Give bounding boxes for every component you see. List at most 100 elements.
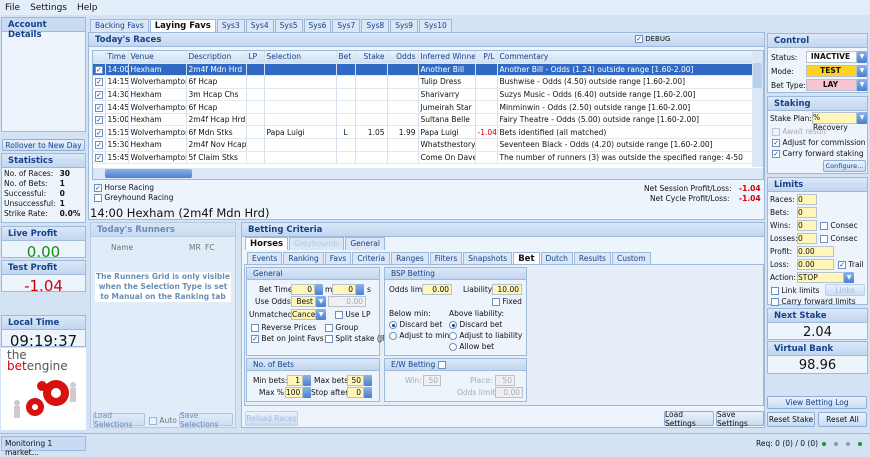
adjust-to-min-radio[interactable]: Adjust to min (389, 331, 449, 340)
max-bets-input[interactable]: 50 (347, 375, 364, 386)
use-odds-select[interactable]: Best (291, 296, 316, 307)
horizontal-scrollbar[interactable] (93, 168, 763, 179)
race-row[interactable]: ✓ 15:15 Wolverhampton 6f Mdn Stks Papa Luigi… (93, 125, 754, 140)
menu-file[interactable]: File (5, 3, 20, 13)
tab-laying-favs[interactable]: Laying Favs (149, 19, 216, 32)
liability-input[interactable]: 10.00 (492, 284, 522, 295)
max-pct-input[interactable]: 100 (285, 387, 303, 398)
rollover-button[interactable]: Rollover to New Day (2, 139, 85, 151)
chevron-down-icon[interactable]: ▼ (316, 309, 326, 320)
action-select[interactable]: STOP (797, 272, 844, 283)
greyhound-racing-checkbox[interactable]: Greyhound Racing (94, 193, 174, 202)
profit-limit-input[interactable]: 0.00 (797, 246, 834, 257)
column-header[interactable]: LP (246, 51, 265, 64)
bet-time-minutes[interactable]: 0 (291, 284, 315, 295)
spinner-icon[interactable] (315, 284, 323, 295)
tab-sys6[interactable]: Sys6 (303, 19, 332, 32)
row-checkbox[interactable]: ✓ (93, 75, 106, 89)
link-limits-checkbox[interactable]: Link limits (771, 286, 820, 295)
fixed-checkbox[interactable]: Fixed (492, 297, 522, 306)
race-row[interactable]: ✓ 14:45 Wolverhampton 6f Hcap Jumeirah Star M… (93, 100, 754, 114)
trail-checkbox[interactable]: ✓ Trail (838, 260, 864, 269)
bet-type-select[interactable]: LAY (806, 79, 857, 91)
spinner-icon[interactable] (356, 284, 364, 295)
loss-limit-input[interactable]: 0.00 (797, 259, 834, 270)
tab-greyhounds[interactable]: Greyhounds (289, 237, 345, 250)
races-limit-input[interactable]: 0 (797, 194, 817, 205)
race-row[interactable]: ✓ 14:00 Hexham 2m4f Mdn Hrd Another Bill Anot… (93, 63, 754, 77)
row-checkbox[interactable]: ✓ (93, 63, 106, 77)
view-betting-log-button[interactable]: View Betting Log (767, 396, 867, 409)
column-header[interactable]: Commentary (497, 51, 754, 64)
chevron-down-icon[interactable]: ▼ (316, 296, 326, 307)
tab-sys7[interactable]: Sys7 (332, 19, 361, 32)
min-bets-input[interactable]: 1 (287, 375, 303, 386)
column-header[interactable]: Bet (336, 51, 356, 64)
chevron-down-icon[interactable]: ▼ (857, 79, 867, 91)
race-row[interactable]: ✓ 14:15 Wolverhampton 6f Hcap Tulip Dress Bus… (93, 75, 754, 89)
mode-select[interactable]: TEST (806, 65, 857, 77)
column-header[interactable]: Inferred Winner (418, 51, 476, 64)
carry-forward-limits-checkbox[interactable]: Carry forward limits (771, 297, 856, 306)
column-header[interactable]: Stake (355, 51, 388, 64)
auto-checkbox[interactable]: Auto (149, 416, 177, 425)
tab-sys5[interactable]: Sys5 (274, 19, 303, 32)
use-lp-checkbox[interactable]: Use LP (335, 310, 371, 319)
reload-races-button[interactable]: Reload Races (245, 411, 298, 426)
column-header[interactable]: P/L (475, 51, 498, 64)
race-row[interactable]: ✓ 15:00 Hexham 2m4f Hcap Hrd Sultana Belle Fa… (93, 113, 754, 127)
tab-general[interactable]: General (345, 237, 385, 250)
race-row[interactable]: ✓ 15:45 Wolverhampton 5f Claim Stks Come On … (93, 151, 754, 165)
menu-help[interactable]: Help (77, 3, 98, 13)
carry-forward-staking-checkbox[interactable]: ✓ Carry forward staking (772, 149, 864, 158)
spinner-icon[interactable] (303, 375, 311, 386)
tab-sys3[interactable]: Sys3 (216, 19, 245, 32)
chevron-down-icon[interactable]: ▼ (844, 272, 854, 283)
status-select[interactable]: INACTIVE (806, 51, 857, 63)
tab-sys10[interactable]: Sys10 (419, 19, 452, 32)
stake-plan-select[interactable]: % Recovery (812, 112, 857, 132)
losses-consec-checkbox[interactable]: Consec (820, 234, 858, 243)
discard-bet-liability-radio[interactable]: Discard bet (449, 320, 502, 329)
bets-limit-input[interactable]: 0 (797, 207, 817, 218)
discard-bet-radio[interactable]: Discard bet (389, 320, 442, 329)
column-header[interactable]: Time (105, 51, 129, 64)
row-checkbox[interactable]: ✓ (93, 125, 106, 140)
column-header[interactable]: Description (186, 51, 247, 64)
row-checkbox[interactable]: ✓ (93, 88, 106, 102)
race-row[interactable]: ✓15:30Hexham2m4f Nov Hcap ... Whatsthesto… (93, 138, 754, 152)
spinner-icon[interactable] (364, 375, 372, 386)
menu-settings[interactable]: Settings (30, 3, 67, 13)
row-checkbox[interactable]: ✓ (93, 100, 106, 114)
group-checkbox[interactable]: Group (325, 323, 358, 332)
race-row[interactable]: ✓ 14:30 Hexham 3m Hcap Chs Sharivarry Suzys M… (93, 88, 754, 102)
row-checkbox[interactable]: ✓ (93, 113, 106, 127)
tab-sys4[interactable]: Sys4 (245, 19, 274, 32)
tab-sys8[interactable]: Sys8 (361, 19, 390, 32)
chevron-down-icon[interactable]: ▼ (857, 112, 867, 124)
chevron-down-icon[interactable]: ▼ (857, 51, 867, 63)
wins-consec-checkbox[interactable]: Consec (820, 221, 858, 230)
tab-sys9[interactable]: Sys9 (390, 19, 419, 32)
reverse-prices-checkbox[interactable]: Reverse Prices (251, 323, 316, 332)
adjust-to-liability-radio[interactable]: Adjust to liability (449, 331, 522, 340)
adjust-commission-checkbox[interactable]: ✓ Adjust for commission (772, 138, 866, 147)
horse-racing-checkbox[interactable]: ✓ Horse Racing (94, 183, 154, 192)
row-checkbox[interactable]: ✓ (93, 151, 106, 165)
await-result-checkbox[interactable]: Await result (772, 127, 827, 136)
row-checkbox[interactable]: ✓ (93, 138, 106, 152)
reset-all-button[interactable]: Reset All (818, 412, 867, 427)
odds-limit-input[interactable]: 0.00 (422, 284, 452, 295)
unmatched-select[interactable]: Cancel (291, 309, 317, 320)
bet-time-seconds[interactable]: 0 (332, 284, 356, 295)
reset-stake-button[interactable]: Reset Stake (767, 412, 815, 427)
column-header[interactable]: Venue (128, 51, 187, 64)
save-settings-button[interactable]: Save Settings (716, 410, 764, 428)
load-settings-button[interactable]: Load Settings (664, 410, 714, 428)
vertical-scrollbar[interactable] (752, 51, 763, 167)
joint-favs-checkbox[interactable]: ✓ Bet on Joint Favs (251, 334, 324, 343)
split-stake-checkbox[interactable]: Split stake (JF) (325, 334, 389, 343)
stop-after-input[interactable]: 0 (347, 387, 364, 398)
ew-checkbox[interactable] (437, 361, 446, 369)
debug-checkbox[interactable]: ✓ DEBUG (635, 35, 670, 43)
